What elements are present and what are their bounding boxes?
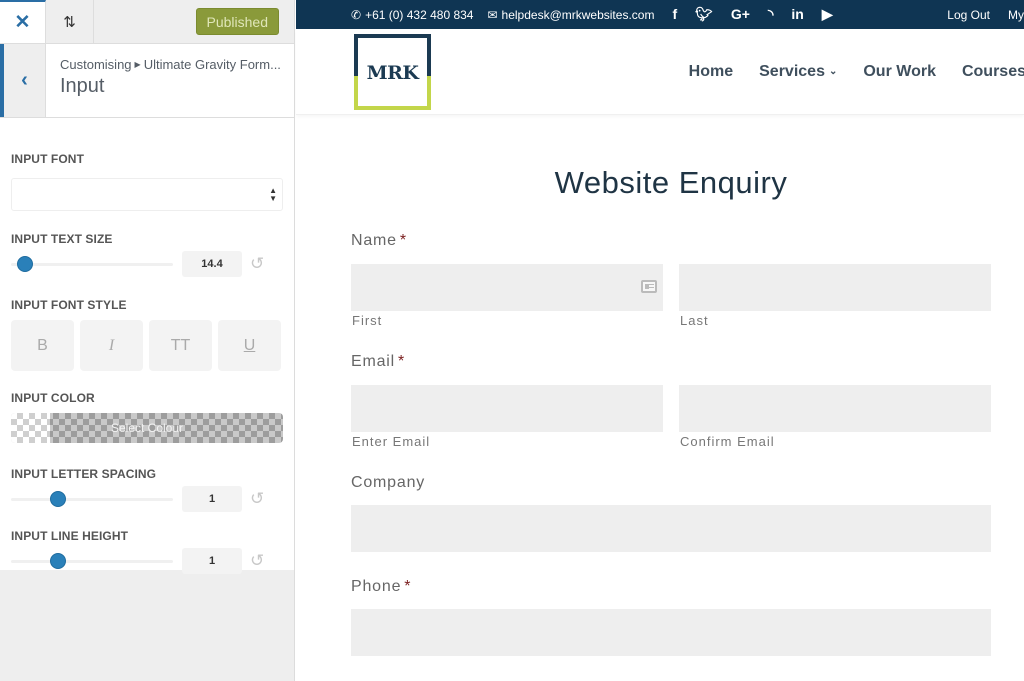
logo-text: MRK — [366, 61, 419, 84]
main-header: MRK Home Services ⌄ Our Work Courses — [296, 29, 1024, 115]
enter-email-input[interactable] — [351, 385, 663, 432]
phone-label-text: Phone — [351, 578, 402, 595]
input-font-label: INPUT FONT — [11, 152, 84, 166]
first-name-sublabel: First — [352, 313, 383, 328]
line-height-value[interactable]: 1 — [182, 548, 242, 574]
my-account-link[interactable]: My — [1008, 8, 1024, 22]
customizer-header: ✕ ⇅ Published — [0, 0, 294, 44]
reorder-button[interactable]: ⇅ — [46, 0, 94, 43]
line-height-slider[interactable] — [11, 551, 173, 571]
enter-email-sublabel: Enter Email — [352, 434, 431, 449]
contact-card-icon[interactable] — [641, 280, 657, 293]
enquiry-form: Website Enquiry Name * First Last Email * … — [296, 165, 1024, 656]
close-customizer-button[interactable]: ✕ — [0, 0, 46, 43]
uppercase-button[interactable]: TT — [149, 320, 212, 371]
input-line-height-label: INPUT LINE HEIGHT — [11, 529, 129, 543]
slider-thumb[interactable] — [50, 553, 66, 569]
breadcrumb-panel: Ultimate Gravity Form... — [143, 57, 281, 72]
slider-thumb[interactable] — [50, 491, 66, 507]
controls-panel: INPUT FONT ▲ ▼ INPUT TEXT SIZE 14.4 ↺ INP… — [0, 118, 294, 574]
phone-contact[interactable]: ✆ +61 (0) 432 480 834 — [351, 8, 473, 22]
nav-home[interactable]: Home — [689, 63, 733, 81]
slider-track — [11, 560, 173, 563]
italic-button[interactable]: I — [80, 320, 143, 371]
email-address: helpdesk@mrkwebsites.com — [501, 7, 655, 22]
social-links: f 🐦︎ G+ ◝ in ▶ — [672, 6, 832, 23]
linkedin-icon[interactable]: in — [791, 6, 803, 23]
first-name-input[interactable] — [351, 264, 663, 311]
company-label: Company — [351, 474, 426, 491]
input-text-size-label: INPUT TEXT SIZE — [11, 232, 113, 246]
letter-spacing-slider[interactable] — [11, 489, 173, 509]
font-style-buttons: B I TT U — [11, 320, 282, 371]
log-out-link[interactable]: Log Out — [947, 8, 990, 22]
top-bar: ✆ +61 (0) 432 480 834 ✉ helpdesk@mrkwebs… — [296, 0, 1024, 29]
breadcrumb: Customising ▶ Ultimate Gravity Form... — [60, 57, 281, 72]
select-colour-label: Select Colour — [110, 421, 184, 435]
phone-input[interactable] — [351, 609, 991, 656]
nav-our-work[interactable]: Our Work — [863, 63, 936, 81]
chevron-left-icon: ‹ — [21, 69, 28, 91]
last-name-input[interactable] — [679, 264, 991, 311]
reorder-arrows-icon: ⇅ — [63, 13, 76, 31]
section-header: ‹ Customising ▶ Ultimate Gravity Form... I… — [0, 44, 294, 118]
slider-track — [11, 498, 173, 501]
section-title: Input — [60, 75, 105, 97]
twitter-icon[interactable]: 🐦︎ — [695, 6, 713, 23]
email-contact[interactable]: ✉ helpdesk@mrkwebsites.com — [487, 8, 654, 22]
main-nav: Home Services ⌄ Our Work Courses — [689, 63, 1024, 81]
google-plus-icon[interactable]: G+ — [731, 6, 750, 23]
bold-button[interactable]: B — [11, 320, 74, 371]
publish-button[interactable]: Published — [195, 8, 279, 35]
reset-icon[interactable]: ↺ — [250, 489, 264, 509]
customizer-sidebar: ✕ ⇅ Published ‹ Customising ▶ Ultimate Gra… — [0, 0, 295, 681]
required-marker: * — [404, 578, 412, 595]
select-arrows-icon: ▲ ▼ — [269, 186, 277, 203]
facebook-icon[interactable]: f — [672, 6, 677, 23]
email-label: Email * — [351, 353, 1024, 371]
phone-icon: ✆ — [351, 7, 362, 22]
breadcrumb-separator-icon: ▶ — [134, 60, 141, 69]
form-title: Website Enquiry — [554, 165, 788, 200]
nav-services-label: Services — [759, 62, 825, 80]
chevron-down-icon: ⌄ — [828, 65, 838, 77]
name-label-text: Name — [351, 232, 397, 249]
required-marker: * — [398, 353, 406, 370]
last-name-sublabel: Last — [680, 313, 709, 328]
text-size-slider[interactable] — [11, 254, 173, 274]
nav-courses[interactable]: Courses — [962, 63, 1024, 81]
underline-button[interactable]: U — [218, 320, 281, 371]
email-label-text: Email — [351, 353, 396, 370]
input-font-style-label: INPUT FONT STYLE — [11, 298, 127, 312]
name-label: Name * — [351, 232, 1024, 250]
youtube-icon[interactable]: ▶ — [822, 6, 833, 23]
back-button[interactable]: ‹ — [0, 44, 46, 117]
input-color-label: INPUT COLOR — [11, 391, 95, 405]
select-colour-button[interactable]: Select Colour — [11, 413, 283, 443]
confirm-email-sublabel: Confirm Email — [680, 434, 775, 449]
nav-services[interactable]: Services ⌄ — [759, 63, 837, 81]
rss-icon[interactable]: ◝ — [768, 6, 773, 23]
site-logo[interactable]: MRK — [354, 33, 431, 110]
input-font-select[interactable]: ▲ ▼ — [11, 178, 283, 211]
site-preview: ✆ +61 (0) 432 480 834 ✉ helpdesk@mrkwebs… — [296, 0, 1024, 681]
confirm-email-input[interactable] — [679, 385, 991, 432]
slider-thumb[interactable] — [17, 256, 33, 272]
slider-track — [11, 263, 173, 266]
phone-number: +61 (0) 432 480 834 — [365, 7, 474, 22]
text-size-value[interactable]: 14.4 — [182, 251, 242, 277]
reset-icon[interactable]: ↺ — [250, 254, 264, 274]
reset-icon[interactable]: ↺ — [250, 551, 264, 571]
company-input[interactable] — [351, 505, 991, 552]
required-marker: * — [399, 232, 407, 249]
input-letter-spacing-label: INPUT LETTER SPACING — [11, 467, 157, 481]
phone-label: Phone * — [351, 578, 1024, 596]
close-icon: ✕ — [14, 12, 31, 33]
envelope-icon: ✉ — [487, 7, 498, 22]
breadcrumb-root: Customising — [60, 57, 132, 72]
letter-spacing-value[interactable]: 1 — [182, 486, 242, 512]
